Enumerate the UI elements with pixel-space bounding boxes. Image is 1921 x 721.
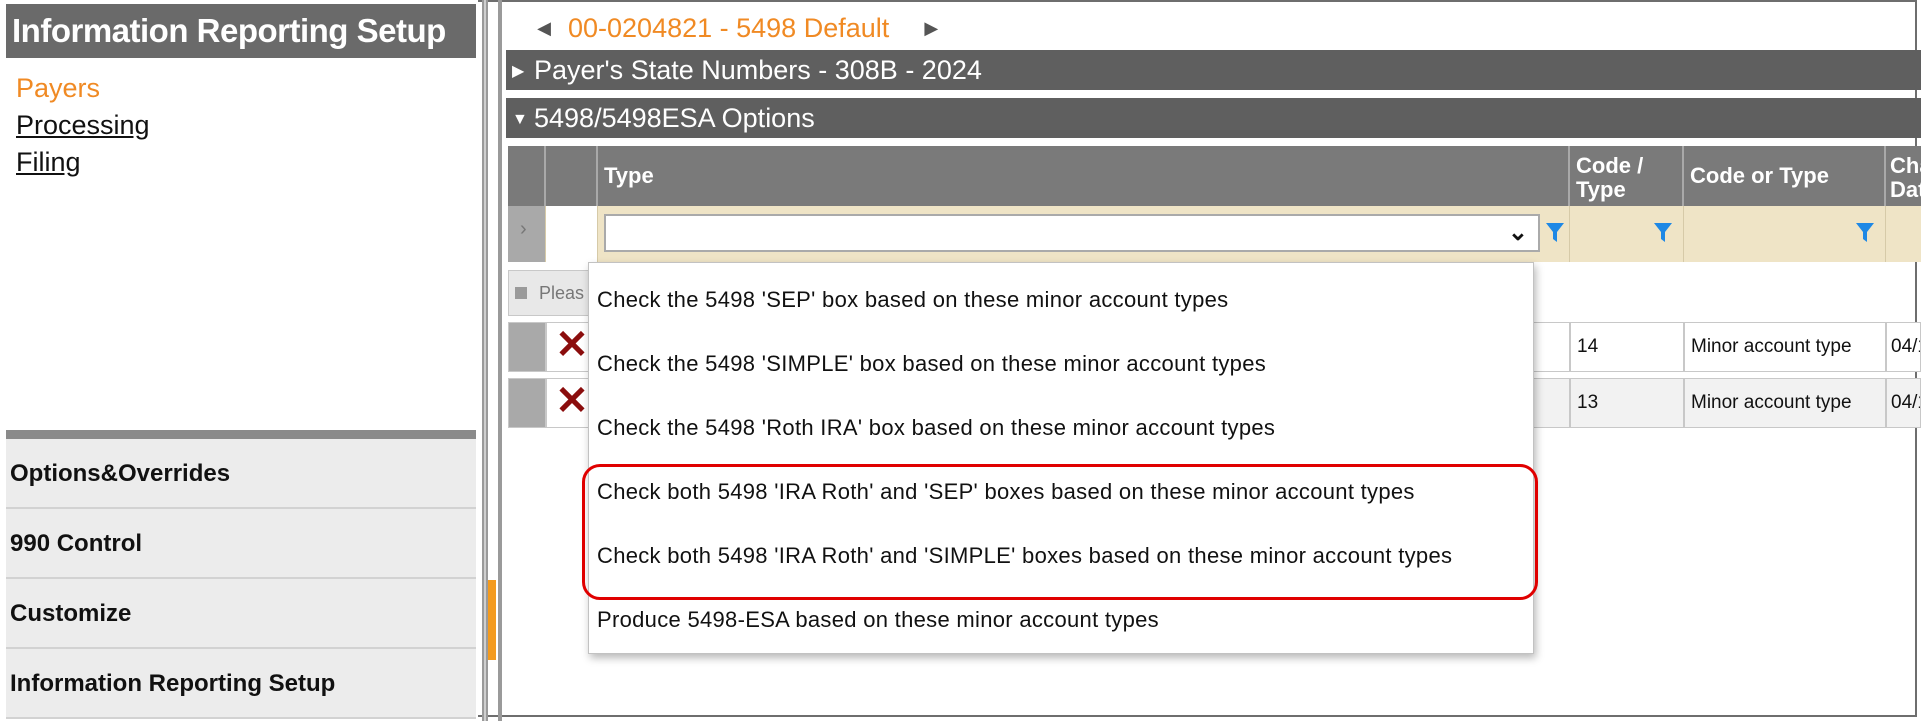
type-filter-select[interactable]: ⌄ [604,214,1540,252]
section-5498-options[interactable]: ▼ 5498/5498ESA Options [506,98,1921,138]
filter-icon[interactable] [1652,220,1674,246]
header-action-cell [546,146,598,206]
nav-information-reporting-setup[interactable]: Information Reporting Setup [6,649,476,719]
column-header-code-type[interactable]: Code / Type [1570,146,1684,206]
sidebar: Information Reporting Setup Payers Proce… [0,0,478,721]
column-header-type[interactable]: Type [598,146,1570,206]
info-square-icon [515,287,527,299]
row-code-or-type-cell: Minor account type [1684,378,1886,428]
dropdown-option-simple[interactable]: Check the 5498 'SIMPLE' box based on the… [597,351,1266,377]
grid-info-text: Pleas [539,283,585,303]
highlight-annotation [582,464,1538,600]
nav-link-filing[interactable]: Filing [16,144,150,181]
grid-header: Type Code / Type Code or Type Cha Dat [508,146,1921,206]
dropdown-option-roth-ira[interactable]: Check the 5498 'Roth IRA' box based on t… [597,415,1275,441]
nav-link-payers[interactable]: Payers [16,70,150,107]
filter-row: › ⌄ [508,206,1921,262]
code-or-type-filter-cell [1684,206,1886,262]
column-header-code-or-type[interactable]: Code or Type [1684,146,1886,206]
type-filter-cell: ⌄ [598,206,1570,262]
row-indicator-icon: › [520,218,527,240]
row-date-cell: 04/1 [1886,378,1921,428]
dropdown-option-5498-esa[interactable]: Produce 5498-ESA based on these minor ac… [597,607,1159,633]
header-select-cell [508,146,546,206]
chevron-down-icon: ⌄ [1507,219,1528,246]
nav-link-processing[interactable]: Processing [16,107,150,144]
dropdown-option-sep[interactable]: Check the 5498 'SEP' box based on these … [597,287,1228,313]
column-header-change-date[interactable]: Cha Dat [1886,146,1921,206]
record-title: 00-0204821 - 5498 Default [568,12,890,43]
row-selector[interactable] [508,322,546,372]
section-state-numbers[interactable]: ▶ Payer's State Numbers - 308B - 2024 [506,50,1921,90]
record-navigator: ◀ 00-0204821 - 5498 Default ▶ [524,8,951,48]
sidebar-links: Payers Processing Filing [16,70,150,181]
bottom-nav: Options&Overrides 990 Control Customize … [0,430,478,719]
filter-icon[interactable] [1544,220,1566,246]
panel-border [498,0,502,721]
nav-990-control[interactable]: 990 Control [6,509,476,579]
filter-row-blank [546,206,598,262]
row-date-cell: 04/1 [1886,322,1921,372]
row-code-or-type-cell: Minor account type [1684,322,1886,372]
row-code-cell: 14 [1570,322,1684,372]
collapse-arrow-icon: ▼ [512,110,528,128]
section-5498-options-label: 5498/5498ESA Options [534,103,815,133]
next-arrow-icon[interactable]: ▶ [911,18,951,39]
change-date-filter-cell [1886,206,1921,262]
sidebar-title: Information Reporting Setup [6,4,476,58]
row-code-cell: 13 [1570,378,1684,428]
filter-row-indicator: › [508,206,546,262]
row-selector[interactable] [508,378,546,428]
prev-arrow-icon[interactable]: ◀ [524,18,564,39]
filter-icon[interactable] [1854,220,1876,246]
bottom-nav-separator [6,430,476,439]
nav-options-overrides[interactable]: Options&Overrides [6,439,476,509]
section-state-numbers-label: Payer's State Numbers - 308B - 2024 [534,55,982,85]
nav-customize[interactable]: Customize [6,579,476,649]
expand-arrow-icon: ▶ [512,62,525,80]
collapse-handle[interactable] [488,580,496,660]
code-type-filter-cell [1570,206,1684,262]
